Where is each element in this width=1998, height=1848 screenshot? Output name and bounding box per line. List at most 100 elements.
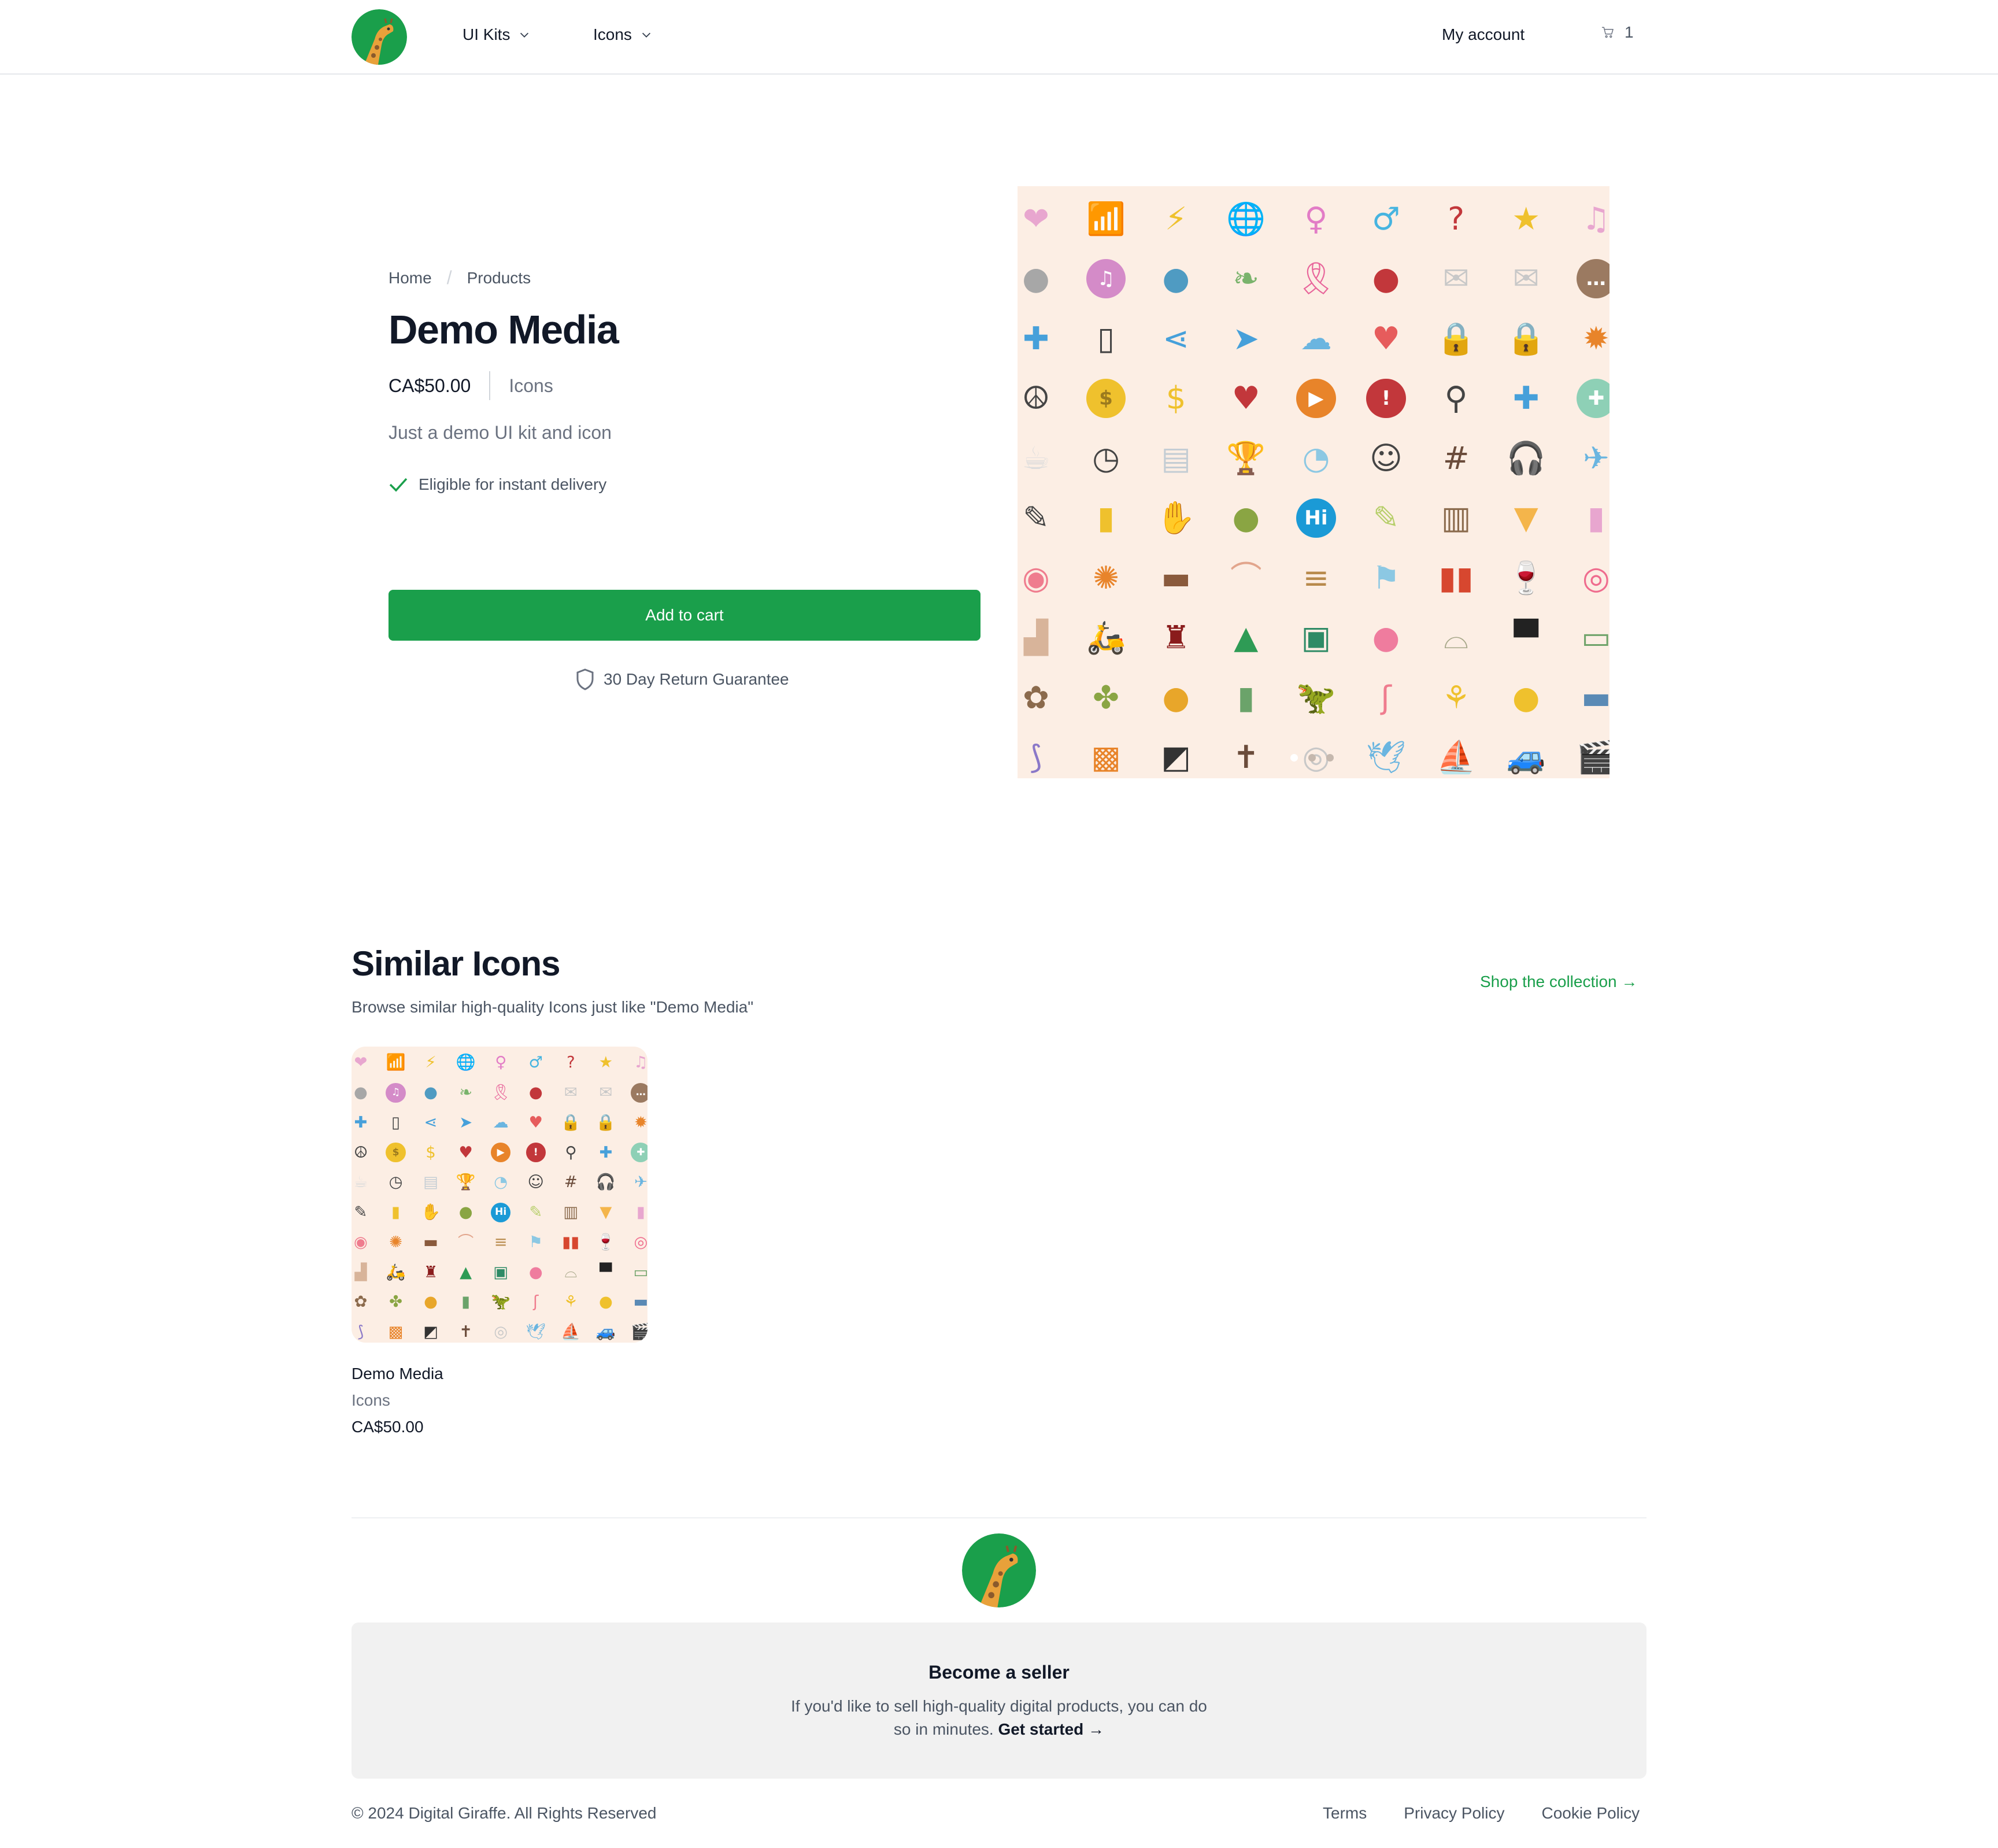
grid-icon: ✺ <box>1093 559 1119 596</box>
grid-icon: # <box>564 1173 578 1192</box>
grid-icon: ≡ <box>1303 559 1330 596</box>
grid-icon: ☮ <box>353 1143 368 1162</box>
grid-icon: ✉ <box>1442 260 1470 297</box>
cart-button[interactable]: 1 <box>1601 23 1634 42</box>
my-account-link[interactable]: My account <box>1442 25 1525 44</box>
cookie-policy-link[interactable]: Cookie Policy <box>1542 1804 1640 1823</box>
grid-icon: ✚ <box>1576 378 1610 418</box>
grid-icon: ⚑ <box>1372 559 1400 596</box>
grid-icon: ✋ <box>1156 499 1196 537</box>
grid-icon: ☁ <box>1300 319 1332 357</box>
grid-icon: ✋ <box>421 1203 441 1222</box>
grid-icon: ⌓ <box>1444 619 1469 656</box>
card-name[interactable]: Demo Media <box>352 1365 648 1383</box>
grid-icon: ▤ <box>423 1173 438 1192</box>
site-header: UI Kits Icons My account 1 <box>0 0 1998 75</box>
grid-icon: ◎ <box>1582 559 1610 596</box>
grid-icon: ✚ <box>599 1143 613 1162</box>
grid-icon: ✎ <box>1023 499 1049 537</box>
breadcrumb-products[interactable]: Products <box>467 269 531 287</box>
grid-icon: 🛵 <box>1086 619 1126 656</box>
privacy-policy-link[interactable]: Privacy Policy <box>1404 1804 1504 1823</box>
cart-icon <box>1601 27 1614 38</box>
carousel-dot[interactable] <box>1308 754 1316 762</box>
grid-icon: ☺ <box>527 1173 544 1192</box>
price-row: CA$50.00 Icons <box>388 371 553 400</box>
grid-icon: ♜ <box>423 1263 438 1281</box>
grid-icon: 🔒 <box>561 1113 581 1132</box>
grid-icon: ✚ <box>631 1143 648 1163</box>
grid-icon: 🎬 <box>1576 738 1610 776</box>
grid-icon: $ <box>1086 378 1126 418</box>
add-to-cart-button[interactable]: Add to cart <box>388 590 980 641</box>
grid-icon: … <box>631 1082 648 1103</box>
logo[interactable] <box>352 9 407 65</box>
terms-link[interactable]: Terms <box>1323 1804 1367 1823</box>
card-image[interactable]: ❤ 📶 ⚡ 🌐 ♀ ♂? ★ ♫ ● ♫ ● ❧ 🎗 ● ✉ ✉ … ✚ ▯ ⋖ ➤ ☁ ♥ 🔒 🔒 ✹ ☮ $ $ ♥ ▶! ⚲ ✚ ✚ ☕ ◷ ▤ 🏆… <box>352 1047 648 1343</box>
seller-text-line1: If you'd like to sell high-quality digit… <box>791 1697 1207 1715</box>
nav-ui-kits[interactable]: UI Kits <box>462 25 531 44</box>
nav-icons-label: Icons <box>593 25 632 43</box>
grid-icon: ◔ <box>1302 439 1330 476</box>
grid-icon: ➤ <box>459 1113 473 1132</box>
grid-icon: ♫ <box>634 1054 648 1072</box>
grid-icon: # <box>1442 439 1470 476</box>
footer-logo[interactable] <box>962 1533 1036 1607</box>
grid-icon: 🍷 <box>595 1233 616 1251</box>
carousel-dots <box>1290 754 1334 762</box>
grid-icon: ▬ <box>1581 678 1610 716</box>
card-price: CA$50.00 <box>352 1418 424 1436</box>
grid-icon: 🦖 <box>1296 678 1336 716</box>
grid-icon: Hi <box>491 1202 511 1222</box>
product-price: CA$50.00 <box>388 375 471 396</box>
similar-title: Similar Icons <box>352 944 560 983</box>
grid-icon: ♂ <box>528 1054 543 1072</box>
product-image[interactable]: ❤ 📶 ⚡ 🌐 ♀ ♂? ★ ♫ ● ♫ ● ❧ 🎗 ● ✉ ✉ … ✚ ▯ ⋖ ➤ ☁ ♥ 🔒 🔒 ✹ ☮ $ $ ♥ ▶! ⚲ ✚ ✚ ☕ ◷ ▤ 🏆… <box>1018 186 1610 778</box>
grid-icon: ✚ <box>1023 319 1049 357</box>
grid-icon: ✹ <box>1582 319 1610 357</box>
product-category: Icons <box>509 375 553 396</box>
grid-icon: ⚡ <box>425 1054 436 1072</box>
grid-icon: ▮ <box>1587 499 1605 537</box>
grid-icon: 📶 <box>386 1054 406 1072</box>
grid-icon: ● <box>458 1203 473 1222</box>
grid-icon: ʃ <box>533 1293 539 1311</box>
product-card[interactable]: ❤ 📶 ⚡ 🌐 ♀ ♂? ★ ♫ ● ♫ ● ❧ 🎗 ● ✉ ✉ … ✚ ▯ ⋖ ➤ ☁ ♥ 🔒 🔒 ✹ ☮ $ $ ♥ ▶! ⚲ ✚ ✚ ☕ ◷ ▤ 🏆… <box>352 1047 648 1436</box>
grid-icon: ▮▮ <box>562 1233 580 1251</box>
breadcrumb-home[interactable]: Home <box>388 269 432 287</box>
grid-icon: ✉ <box>1512 260 1540 297</box>
grid-icon: ✿ <box>1023 678 1049 716</box>
grid-icon: 🏆 <box>456 1173 476 1192</box>
grid-icon: ⚡ <box>1164 199 1187 237</box>
nav-icons[interactable]: Icons <box>593 25 653 44</box>
get-started-link[interactable]: Get started → <box>998 1720 1104 1738</box>
grid-icon: ✝ <box>1233 738 1260 776</box>
carousel-dot[interactable] <box>1290 754 1298 762</box>
shop-collection-link[interactable]: Shop the collection → <box>1480 973 1637 991</box>
grid-icon: ▮ <box>1237 678 1255 716</box>
grid-icon: ◎ <box>634 1233 648 1251</box>
grid-icon: ☁ <box>493 1113 509 1132</box>
grid-icon: 🌐 <box>456 1054 476 1072</box>
grid-icon: ⚘ <box>1442 678 1471 716</box>
grid-icon: ▮ <box>391 1203 401 1222</box>
grid-icon: ▥ <box>563 1203 579 1222</box>
grid-icon: ● <box>1372 619 1400 656</box>
grid-icon: 🦖 <box>491 1293 511 1311</box>
grid-icon: ⌒ <box>1230 559 1262 596</box>
grid-icon: ● <box>1372 260 1400 297</box>
grid-icon: ▮▮ <box>1438 559 1474 596</box>
giraffe-logo-icon <box>352 9 407 65</box>
grid-icon: 📶 <box>1086 199 1126 237</box>
grid-icon: ! <box>526 1143 546 1163</box>
grid-icon: ▶ <box>491 1143 511 1163</box>
grid-icon: ◷ <box>1092 439 1120 476</box>
grid-icon: ⚲ <box>565 1143 577 1162</box>
footer-divider <box>352 1517 1646 1518</box>
grid-icon: ✉ <box>599 1084 613 1102</box>
carousel-dot[interactable] <box>1326 754 1334 762</box>
grid-icon: $ <box>1166 379 1186 417</box>
copyright: © 2024 Digital Giraffe. All Rights Reser… <box>352 1804 657 1822</box>
grid-icon: 🌐 <box>1226 199 1266 237</box>
grid-icon: ▭ <box>1581 619 1610 656</box>
